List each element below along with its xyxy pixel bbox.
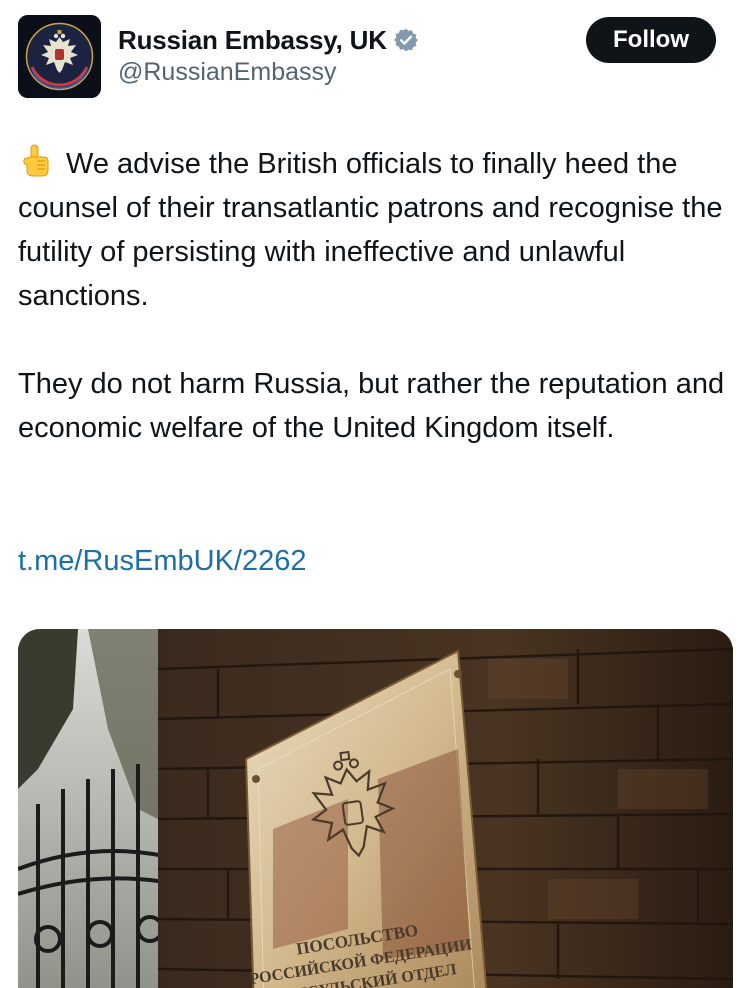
display-name[interactable]: Russian Embassy, UK <box>118 25 387 56</box>
author-block: Russian Embassy, UK @RussianEmbassy <box>118 22 419 87</box>
verified-badge-icon[interactable] <box>393 27 419 53</box>
telegram-link[interactable]: t.me/RusEmbUK/2262 <box>18 539 307 583</box>
tweet-media-image[interactable]: ПОСОЛЬСТВО РОССИЙСКОЙ ФЕДЕРАЦИИ КОНСУЛЬС… <box>18 629 733 988</box>
tweet-paragraph-2: They do not harm Russia, but rather the … <box>18 368 725 444</box>
user-handle[interactable]: @RussianEmbassy <box>118 58 419 87</box>
tweet-text: We advise the British officials to final… <box>18 142 733 450</box>
pointing-up-hand-icon <box>18 143 54 179</box>
embassy-plaque-photo: ПОСОЛЬСТВО РОССИЙСКОЙ ФЕДЕРАЦИИ КОНСУЛЬС… <box>18 629 733 988</box>
embassy-eagle-emblem-icon <box>18 15 101 98</box>
tweet-paragraph-1: We advise the British officials to final… <box>18 142 733 318</box>
name-row: Russian Embassy, UK <box>118 22 419 58</box>
avatar[interactable] <box>18 15 101 98</box>
tweet-card: Russian Embassy, UK @RussianEmbassy Foll… <box>0 0 750 988</box>
tweet-paragraph-1-text: We advise the British officials to final… <box>18 148 723 312</box>
follow-button[interactable]: Follow <box>586 17 716 63</box>
